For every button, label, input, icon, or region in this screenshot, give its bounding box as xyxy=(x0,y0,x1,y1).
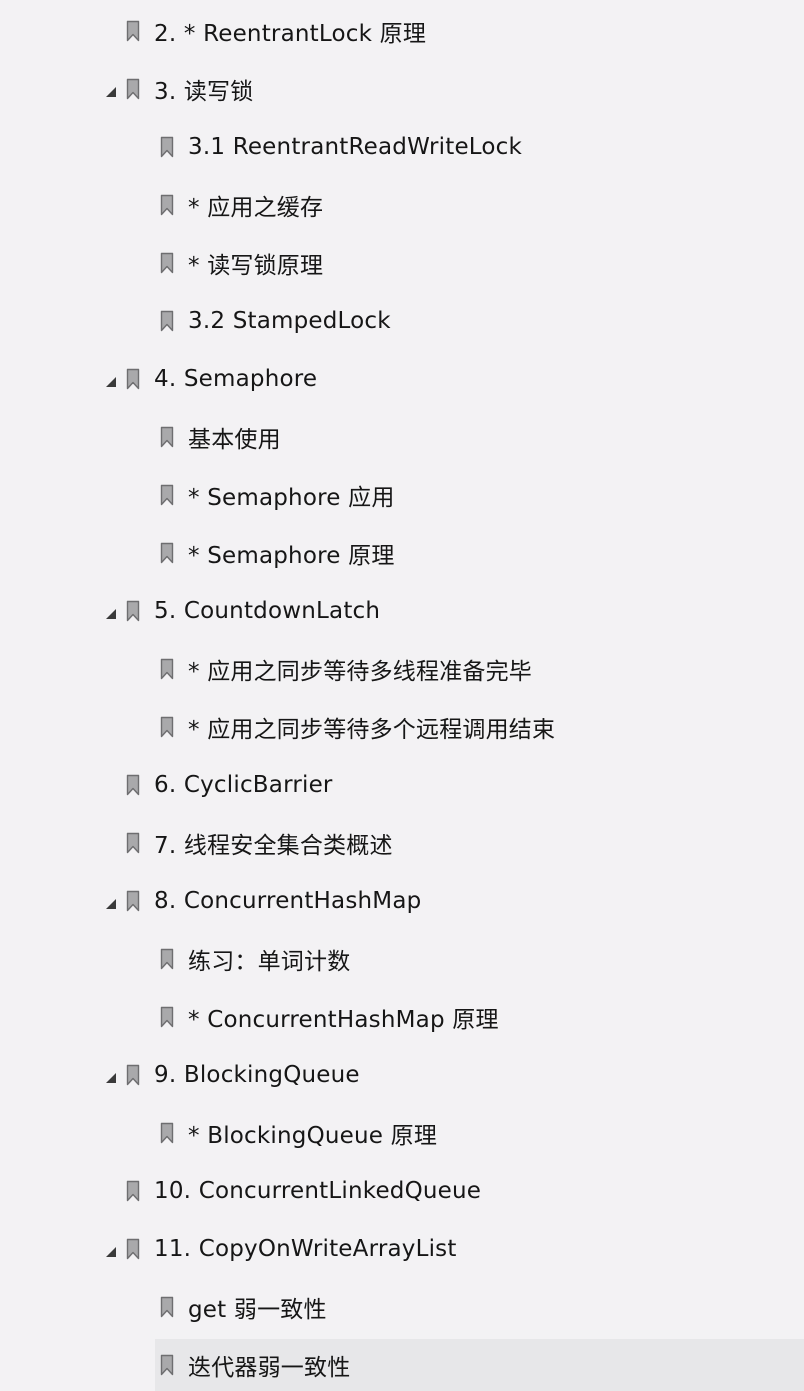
bookmark-icon xyxy=(126,1238,140,1260)
bookmark-item[interactable]: 基本使用 xyxy=(152,411,804,463)
bookmark-item[interactable]: * 应用之同步等待多线程准备完毕 xyxy=(152,643,804,695)
bookmark-icon xyxy=(160,484,174,506)
bookmark-icon xyxy=(126,890,140,912)
bookmark-label: 6. CyclicBarrier xyxy=(154,772,333,798)
bookmark-label: 基本使用 xyxy=(188,427,281,453)
bookmark-icon xyxy=(126,832,140,854)
bookmark-label: 9. BlockingQueue xyxy=(154,1062,360,1088)
bookmark-item[interactable]: 3.2 StampedLock xyxy=(152,295,804,347)
bookmark-icon xyxy=(160,252,174,274)
bookmark-label: * 应用之缓存 xyxy=(188,195,324,221)
bookmark-label: * Semaphore 原理 xyxy=(188,543,395,569)
bookmark-item[interactable]: * 读写锁原理 xyxy=(152,237,804,289)
bookmark-item[interactable]: 2. * ReentrantLock 原理 xyxy=(118,5,804,57)
bookmark-icon xyxy=(160,716,174,738)
collapse-triangle-icon[interactable] xyxy=(105,608,117,620)
bookmark-label: 练习：单词计数 xyxy=(188,949,351,975)
bookmark-item[interactable]: * Semaphore 原理 xyxy=(152,527,804,579)
bookmark-icon xyxy=(126,774,140,796)
bookmark-icon xyxy=(126,78,140,100)
bookmark-item[interactable]: * Semaphore 应用 xyxy=(152,469,804,521)
bookmark-icon xyxy=(160,1122,174,1144)
bookmark-label: 2. * ReentrantLock 原理 xyxy=(154,21,427,47)
bookmark-label: 3.2 StampedLock xyxy=(188,308,391,334)
bookmark-item[interactable]: 3. 读写锁 xyxy=(106,63,804,115)
bookmark-label: * BlockingQueue 原理 xyxy=(188,1123,438,1149)
bookmark-item[interactable]: 3.1 ReentrantReadWriteLock xyxy=(152,121,804,173)
bookmark-label: * ConcurrentHashMap 原理 xyxy=(188,1007,499,1033)
bookmark-icon xyxy=(126,1180,140,1202)
bookmark-item[interactable]: * BlockingQueue 原理 xyxy=(152,1107,804,1159)
bookmark-item[interactable]: 7. 线程安全集合类概述 xyxy=(118,817,804,869)
bookmark-icon xyxy=(160,310,174,332)
bookmark-icon xyxy=(160,1296,174,1318)
bookmark-label: * 读写锁原理 xyxy=(188,253,324,279)
bookmark-label: * Semaphore 应用 xyxy=(188,485,395,511)
bookmark-icon xyxy=(126,600,140,622)
bookmark-item[interactable]: 9. BlockingQueue xyxy=(106,1049,804,1101)
bookmark-item[interactable]: 8. ConcurrentHashMap xyxy=(106,875,804,927)
bookmark-item[interactable]: 6. CyclicBarrier xyxy=(118,759,804,811)
bookmark-icon xyxy=(126,1064,140,1086)
bookmark-item[interactable]: 11. CopyOnWriteArrayList xyxy=(106,1223,804,1275)
bookmark-item[interactable]: 练习：单词计数 xyxy=(152,933,804,985)
bookmark-label: 10. ConcurrentLinkedQueue xyxy=(154,1178,482,1204)
bookmark-icon xyxy=(160,1006,174,1028)
bookmark-item[interactable]: 迭代器弱一致性 xyxy=(155,1339,804,1391)
bookmark-icon xyxy=(160,658,174,680)
collapse-triangle-icon[interactable] xyxy=(105,1072,117,1084)
bookmark-label: 7. 线程安全集合类概述 xyxy=(154,833,393,859)
collapse-triangle-icon[interactable] xyxy=(105,86,117,98)
bookmark-item[interactable]: 10. ConcurrentLinkedQueue xyxy=(118,1165,804,1217)
bookmark-label: * 应用之同步等待多线程准备完毕 xyxy=(188,659,533,685)
bookmark-label: 迭代器弱一致性 xyxy=(188,1355,351,1381)
bookmark-item[interactable]: get 弱一致性 xyxy=(152,1281,804,1333)
bookmark-label: 3. 读写锁 xyxy=(154,79,254,105)
bookmark-icon xyxy=(160,542,174,564)
bookmark-icon xyxy=(160,426,174,448)
bookmark-icon xyxy=(160,194,174,216)
bookmark-label: 3.1 ReentrantReadWriteLock xyxy=(188,134,523,160)
bookmark-icon xyxy=(160,1354,174,1376)
bookmark-label: 4. Semaphore xyxy=(154,366,318,392)
bookmark-item[interactable]: * ConcurrentHashMap 原理 xyxy=(152,991,804,1043)
collapse-triangle-icon[interactable] xyxy=(105,376,117,388)
bookmark-item[interactable]: * 应用之同步等待多个远程调用结束 xyxy=(152,701,804,753)
bookmark-icon xyxy=(160,948,174,970)
bookmark-item[interactable]: 4. Semaphore xyxy=(106,353,804,405)
bookmark-item[interactable]: 5. CountdownLatch xyxy=(106,585,804,637)
bookmark-item[interactable]: * 应用之缓存 xyxy=(152,179,804,231)
bookmark-label: 8. ConcurrentHashMap xyxy=(154,888,422,914)
bookmark-label: get 弱一致性 xyxy=(188,1297,327,1323)
bookmark-icon xyxy=(160,136,174,158)
bookmark-label: * 应用之同步等待多个远程调用结束 xyxy=(188,717,556,743)
bookmark-icon xyxy=(126,368,140,390)
bookmark-label: 5. CountdownLatch xyxy=(154,598,381,624)
collapse-triangle-icon[interactable] xyxy=(105,898,117,910)
bookmark-label: 11. CopyOnWriteArrayList xyxy=(154,1236,457,1262)
bookmark-icon xyxy=(126,20,140,42)
collapse-triangle-icon[interactable] xyxy=(105,1246,117,1258)
